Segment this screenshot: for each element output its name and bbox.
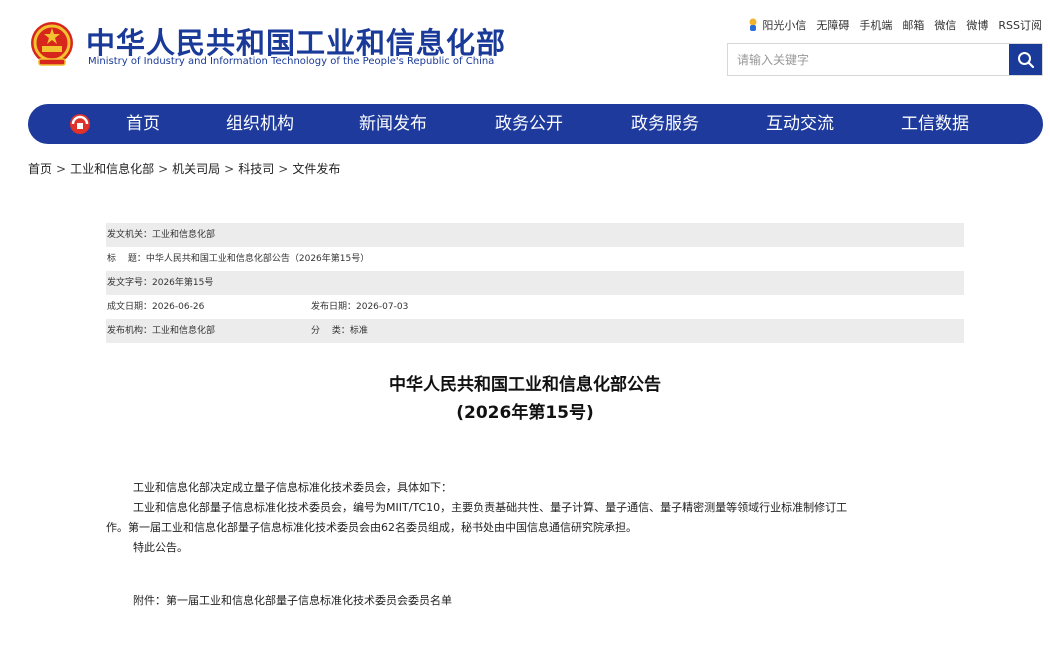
meta-organization: 发布机构：工业和信息化部	[107, 326, 216, 336]
toplink-accessibility[interactable]: 无障碍	[816, 17, 849, 33]
top-links: 阳光小信 无障碍 手机端 邮箱 微信 微博 RSS订阅	[737, 17, 1042, 33]
toplink-rss[interactable]: RSS订阅	[998, 17, 1042, 33]
article-attachment: 附件：第一届工业和信息化部量子信息标准化技术委员会委员名单	[106, 591, 964, 611]
search-box	[727, 43, 1043, 76]
article-body: 工业和信息化部决定成立量子信息标准化技术委员会，具体如下： 工业和信息化部量子信…	[106, 478, 964, 518]
meta-issuer: 发文机关：工业和信息化部	[107, 230, 216, 240]
mascot-icon	[749, 18, 757, 31]
nav-services[interactable]: 政务服务	[631, 104, 699, 144]
nav-government-affairs[interactable]: 政务公开	[495, 104, 563, 144]
toplink-weibo[interactable]: 微博	[966, 17, 988, 33]
meta-row: 标 题：中华人民共和国工业和信息化部公告（2026年第15号）	[106, 247, 964, 271]
breadcrumb-separator: >	[224, 162, 235, 176]
toplink-mail[interactable]: 邮箱	[902, 17, 924, 33]
toplink-sunshine[interactable]: 阳光小信	[747, 17, 806, 33]
breadcrumb-tech-dept[interactable]: 科技司	[238, 162, 274, 176]
toplink-wechat[interactable]: 微信	[934, 17, 956, 33]
breadcrumb-ministry[interactable]: 工业和信息化部	[70, 162, 154, 176]
breadcrumb-separator: >	[56, 162, 67, 176]
breadcrumb-separator: >	[278, 162, 289, 176]
meta-doc-no: 发文字号：2026年第15号	[107, 278, 214, 288]
meta-row: 发文字号：2026年第15号	[106, 271, 964, 295]
meta-published-date: 发布日期：2026-07-03	[311, 302, 409, 312]
nav-data[interactable]: 工信数据	[901, 104, 969, 144]
nav-interaction[interactable]: 互动交流	[766, 104, 834, 144]
national-emblem-icon	[31, 22, 73, 66]
attachment-link[interactable]: 附件：第一届工业和信息化部量子信息标准化技术委员会委员名单	[106, 591, 964, 611]
toplink-mobile[interactable]: 手机端	[859, 17, 892, 33]
breadcrumb-separator: >	[158, 162, 169, 176]
breadcrumb-home[interactable]: 首页	[28, 162, 52, 176]
meta-row: 发布机构：工业和信息化部 分 类：标准	[106, 319, 964, 343]
paragraph-closing: 特此公告。	[133, 541, 188, 554]
document-metadata: 发文机关：工业和信息化部 标 题：中华人民共和国工业和信息化部公告（2026年第…	[106, 223, 964, 343]
nav-organization[interactable]: 组织机构	[226, 104, 294, 144]
breadcrumb-documents[interactable]: 文件发布	[292, 162, 340, 176]
site-subtitle: Ministry of Industry and Information Tec…	[88, 56, 495, 67]
breadcrumb-departments[interactable]: 机关司局	[172, 162, 220, 176]
nav-home[interactable]: 首页	[126, 104, 160, 144]
meta-row: 成文日期：2026-06-26 发布日期：2026-07-03	[106, 295, 964, 319]
nav-news[interactable]: 新闻发布	[359, 104, 427, 144]
article-number: (2026年第15号)	[456, 403, 594, 423]
toplink-label: 阳光小信	[762, 19, 807, 32]
paragraph-committee-cont: 作。第一届工业和信息化部量子信息标准化技术委员会由62名委员组成，秘书处由中国信…	[106, 521, 637, 534]
meta-row: 发文机关：工业和信息化部	[106, 223, 964, 247]
main-nav: 首页 组织机构 新闻发布 政务公开 政务服务 互动交流 工信数据	[28, 104, 1043, 144]
meta-created-date: 成文日期：2026-06-26	[107, 302, 205, 312]
search-icon	[1017, 51, 1034, 68]
search-input[interactable]	[728, 44, 1010, 75]
paragraph-intro: 工业和信息化部决定成立量子信息标准化技术委员会，具体如下：	[133, 481, 452, 494]
ministry-logo-icon[interactable]	[68, 112, 92, 136]
meta-title: 标 题：中华人民共和国工业和信息化部公告（2026年第15号）	[107, 254, 370, 264]
search-button[interactable]	[1009, 44, 1042, 75]
article-body-cont: 作。第一届工业和信息化部量子信息标准化技术委员会由62名委员组成，秘书处由中国信…	[106, 518, 964, 558]
article-title: 中华人民共和国工业和信息化部公告	[389, 375, 661, 395]
paragraph-committee: 工业和信息化部量子信息标准化技术委员会，编号为MIIT/TC10，主要负责基础共…	[133, 501, 848, 514]
meta-category: 分 类：标准	[311, 326, 368, 336]
breadcrumb: 首页 > 工业和信息化部 > 机关司局 > 科技司 > 文件发布	[28, 160, 340, 177]
